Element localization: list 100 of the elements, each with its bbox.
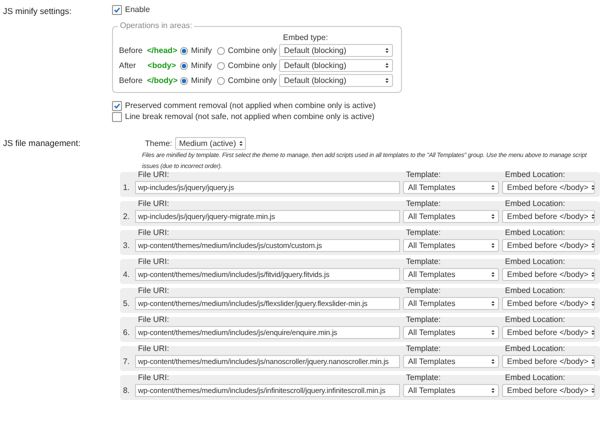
radio-button[interactable] — [216, 46, 225, 54]
updown-arrows-icon — [591, 271, 596, 278]
area-position: Before — [119, 46, 144, 55]
row-number: 7. — [123, 356, 131, 368]
updown-arrows-icon — [491, 358, 495, 365]
dropdown[interactable]: All Templates — [403, 326, 499, 339]
dropdown[interactable]: Embed before </body> — [502, 326, 595, 339]
updown-arrows-icon — [491, 300, 495, 307]
field-label: File URI: — [137, 199, 170, 208]
row-number: 5. — [123, 298, 131, 310]
row-number: 3. — [123, 240, 131, 252]
field-label: File URI: — [137, 344, 170, 353]
field-label: Template: — [405, 315, 442, 324]
dropdown[interactable]: Embed before </body> — [502, 355, 595, 368]
dropdown[interactable]: All Templates — [403, 210, 499, 223]
dropdown[interactable]: Embed before </body> — [502, 384, 595, 397]
dropdown[interactable]: Default (blocking) — [279, 74, 393, 87]
checkbox[interactable] — [112, 4, 122, 14]
field-label: File URI: — [137, 228, 170, 237]
updown-arrows-icon — [591, 184, 596, 191]
field-label: Template: — [405, 344, 442, 353]
checkbox[interactable] — [112, 100, 122, 110]
radio-button[interactable] — [216, 62, 225, 70]
field-label: Template: — [405, 170, 442, 179]
section-label: JS minify settings: — [3, 5, 72, 18]
dropdown[interactable]: Default (blocking) — [279, 44, 393, 57]
row-number: 1. — [123, 182, 131, 194]
radio-label: Minify — [191, 76, 212, 85]
dropdown[interactable]: Embed before </body> — [502, 210, 595, 223]
radio-label: Combine only — [228, 76, 277, 85]
field-label: File URI: — [137, 170, 170, 179]
dropdown[interactable]: All Templates — [403, 268, 499, 281]
updown-arrows-icon — [491, 184, 495, 191]
updown-arrows-icon — [591, 329, 596, 336]
radio-button[interactable] — [180, 62, 188, 70]
dropdown[interactable]: Embed before </body> — [502, 268, 595, 281]
updown-arrows-icon — [491, 387, 495, 394]
updown-arrows-icon — [385, 62, 389, 69]
updown-arrows-icon — [491, 271, 495, 278]
dropdown[interactable]: All Templates — [403, 181, 499, 194]
field-label: Template: — [405, 286, 442, 295]
dropdown[interactable]: All Templates — [403, 239, 499, 252]
area-position: After — [119, 61, 137, 70]
field-label: Embed Location: — [504, 315, 566, 324]
field-label: File URI: — [137, 315, 170, 324]
updown-arrows-icon — [591, 242, 596, 249]
field-label: Embed Location: — [504, 344, 566, 353]
field-label: File URI: — [137, 257, 170, 266]
column-header: Embed type: — [282, 33, 329, 42]
field-label: Embed Location: — [504, 257, 566, 266]
row-number: 2. — [123, 211, 131, 223]
dropdown[interactable]: All Templates — [403, 297, 499, 310]
checkbox-label: Line break removal (not safe, not applied when combine only is active) — [125, 112, 374, 121]
row-number: 8. — [123, 385, 131, 397]
radio-label: Minify — [191, 46, 212, 55]
field-label: File URI: — [137, 373, 170, 382]
html-tag: <body> — [147, 61, 180, 70]
updown-arrows-icon — [385, 47, 389, 54]
checkbox-label: Preserved comment removal (not applied when combine only is active) — [125, 101, 376, 110]
updown-arrows-icon — [591, 358, 596, 365]
dropdown[interactable]: All Templates — [403, 384, 499, 397]
panel-legend: Operations in areas: — [118, 21, 194, 30]
dropdown[interactable]: Embed before </body> — [502, 239, 595, 252]
radio-button[interactable] — [216, 76, 225, 84]
field-label: Template: — [405, 199, 442, 208]
field-label: Theme: — [145, 138, 172, 148]
checkbox-label: Enable — [125, 5, 150, 14]
updown-arrows-icon — [591, 300, 596, 307]
field-label: Template: — [405, 228, 442, 237]
field-label: Embed Location: — [504, 170, 566, 179]
updown-arrows-icon — [591, 213, 596, 220]
dropdown[interactable]: All Templates — [403, 355, 499, 368]
area-position: Before — [119, 76, 144, 85]
updown-arrows-icon — [591, 387, 596, 394]
field-label: Template: — [405, 257, 442, 266]
section-label: JS file management: — [3, 137, 82, 150]
radio-label: Combine only — [228, 61, 277, 70]
row-number: 4. — [123, 269, 131, 281]
dropdown[interactable]: Embed before </body> — [502, 297, 595, 310]
updown-arrows-icon — [239, 140, 244, 146]
html-tag: </head> — [147, 46, 180, 55]
field-label: Template: — [405, 373, 442, 382]
row-number: 6. — [123, 327, 131, 339]
field-label: File URI: — [137, 286, 170, 295]
radio-button[interactable] — [180, 76, 188, 84]
radio-button[interactable] — [180, 46, 188, 54]
field-label: Embed Location: — [504, 199, 566, 208]
updown-arrows-icon — [491, 213, 495, 220]
field-label: Embed Location: — [504, 373, 566, 382]
updown-arrows-icon — [491, 329, 495, 336]
checkbox[interactable] — [112, 112, 122, 122]
dropdown[interactable]: Medium (active) — [175, 136, 246, 150]
dropdown[interactable]: Default (blocking) — [279, 59, 393, 72]
updown-arrows-icon — [491, 242, 495, 249]
updown-arrows-icon — [385, 77, 389, 84]
radio-label: Minify — [191, 61, 212, 70]
field-label: Embed Location: — [504, 286, 566, 295]
dropdown[interactable]: Embed before </body> — [502, 181, 595, 194]
field-label: Embed Location: — [504, 228, 566, 237]
radio-label: Combine only — [228, 46, 277, 55]
